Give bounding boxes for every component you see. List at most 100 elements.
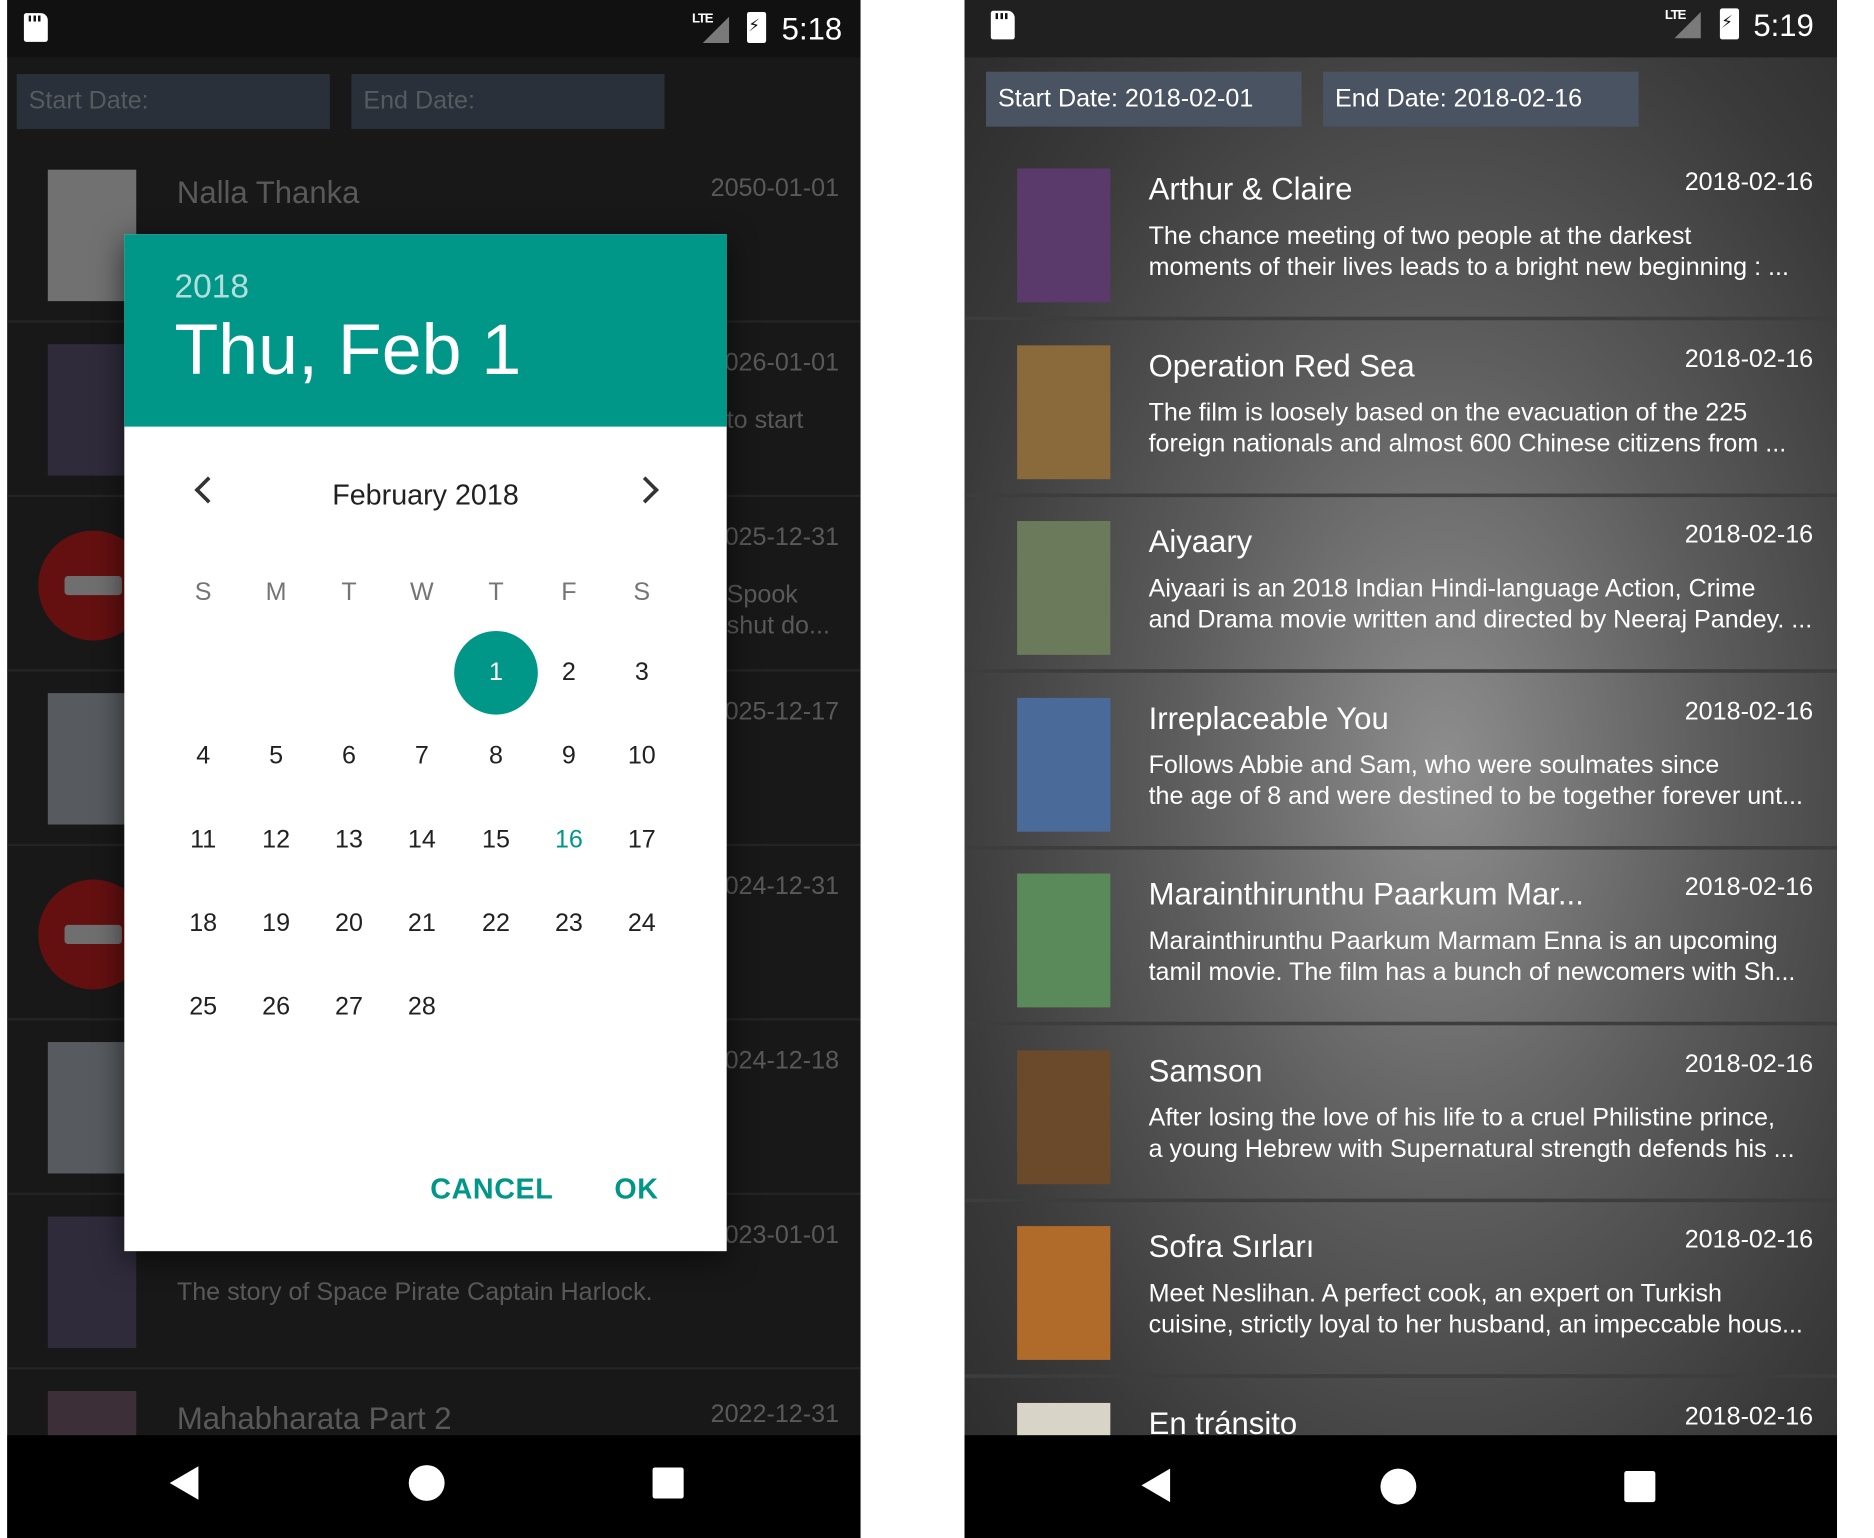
description-line: foreign nationals and almost 600 Chinese…: [1148, 429, 1787, 458]
battery-icon: [1719, 8, 1740, 40]
calendar-day[interactable]: 19: [240, 888, 312, 960]
weekday-label: W: [410, 578, 434, 606]
status-bar: LTE 5:18: [7, 0, 861, 58]
description-line: and Drama movie written and directed by …: [1148, 605, 1813, 634]
description-line: The chance meeting of two people at the …: [1148, 222, 1692, 250]
movie-date: 2018-02-16: [1684, 1049, 1814, 1078]
date-picker-dialog: 2018 Thu, Feb 1 February 2018 SMTWTFS 12…: [124, 234, 727, 1252]
description-line: Aiyaari is an 2018 Indian Hindi-language…: [1148, 574, 1756, 603]
calendar-day[interactable]: 3: [606, 637, 678, 709]
calendar-day[interactable]: 24: [606, 888, 678, 960]
calendar-day[interactable]: 17: [606, 804, 678, 876]
back-icon[interactable]: [169, 1466, 199, 1500]
calendar-day[interactable]: 15: [460, 804, 532, 876]
description-line: After losing the love of his life to a c…: [1148, 1103, 1776, 1132]
movie-description: Aiyaari is an 2018 Indian Hindi-language…: [1149, 574, 1818, 636]
movie-title: Marainthirunthu Paarkum Mar...: [1148, 875, 1584, 912]
movie-poster: [1017, 521, 1111, 655]
calendar-day[interactable]: 22: [460, 888, 532, 960]
date-picker-header: 2018 Thu, Feb 1: [124, 234, 727, 427]
navigation-bar: [964, 1435, 1838, 1538]
status-time: 5:19: [1753, 7, 1814, 44]
weekday-label: S: [633, 578, 651, 606]
movie-list-item[interactable]: Marainthirunthu Paarkum Mar... 2018-02-16…: [964, 850, 1838, 1026]
weekday-label: T: [488, 578, 504, 606]
weekday-label: M: [265, 578, 287, 606]
status-time: 5:18: [781, 10, 843, 47]
movie-poster: [1017, 344, 1111, 479]
ok-button[interactable]: OK: [614, 1173, 658, 1206]
movie-title: Samson: [1148, 1052, 1263, 1089]
movie-poster: [1017, 1049, 1111, 1184]
calendar-day[interactable]: 16: [533, 804, 605, 876]
movie-date: 2018-02-16: [1684, 1226, 1814, 1254]
description-line: the age of 8 and were destined to be tog…: [1148, 782, 1804, 810]
signal-icon: [702, 16, 730, 44]
movie-title: Sofra Sırları: [1148, 1228, 1315, 1265]
movie-list-item[interactable]: Operation Red Sea 2018-02-16 The film is l…: [964, 321, 1838, 497]
description-line: a young Hebrew with Supernatural strengt…: [1148, 1134, 1795, 1163]
description-line: Marainthirunthu Paarkum Marmam Enna is a…: [1148, 927, 1778, 955]
calendar-day[interactable]: 10: [606, 721, 678, 793]
status-bar: LTE 5:19: [964, 0, 1838, 58]
home-icon[interactable]: [408, 1465, 445, 1501]
calendar-day[interactable]: 18: [167, 888, 239, 960]
weekday-label: F: [561, 578, 577, 606]
movie-description: Marainthirunthu Paarkum Marmam Enna is a…: [1149, 926, 1818, 988]
movie-poster: [1017, 697, 1111, 832]
calendar-day[interactable]: 8: [460, 721, 532, 793]
calendar-day[interactable]: 27: [313, 972, 385, 1044]
calendar-day[interactable]: 12: [240, 804, 312, 876]
movie-title: Irreplaceable You: [1148, 699, 1389, 736]
movie-description: The film is loosely based on the evacuat…: [1149, 397, 1818, 459]
movie-list-item[interactable]: Irreplaceable You 2018-02-16 Follows Abbie…: [964, 673, 1838, 850]
recents-icon[interactable]: [1624, 1471, 1656, 1503]
movie-list-item[interactable]: Arthur & Claire 2018-02-16 The chance meet…: [964, 145, 1838, 321]
start-date-field[interactable]: Start Date: 2018-02-01: [986, 71, 1302, 127]
movie-poster: [1017, 1226, 1111, 1360]
selected-year[interactable]: 2018: [174, 268, 248, 306]
calendar-day[interactable]: 14: [386, 804, 458, 876]
calendar-day[interactable]: 21: [386, 888, 458, 960]
calendar-day[interactable]: 25: [167, 972, 239, 1044]
movie-list-item[interactable]: Sofra Sırları 2018-02-16 Meet Neslihan. A …: [964, 1202, 1838, 1378]
movie-poster: [1017, 168, 1111, 303]
calendar-day[interactable]: 1: [454, 630, 538, 715]
home-icon[interactable]: [1380, 1468, 1417, 1505]
movie-date: 2018-02-16: [1684, 344, 1814, 373]
calendar-day[interactable]: 9: [533, 721, 605, 793]
calendar-day[interactable]: 23: [533, 888, 605, 960]
calendar-day[interactable]: 4: [167, 721, 239, 793]
calendar-day[interactable]: 2: [533, 637, 605, 709]
end-date-field[interactable]: End Date: 2018-02-16: [1323, 71, 1639, 127]
calendar-day[interactable]: 28: [386, 972, 458, 1044]
movie-description: After losing the love of his life to a c…: [1149, 1102, 1818, 1164]
calendar-day[interactable]: 6: [313, 721, 385, 793]
movie-description: The chance meeting of two people at the …: [1149, 221, 1818, 283]
calendar-day[interactable]: 13: [313, 804, 385, 876]
recents-icon[interactable]: [652, 1467, 684, 1499]
calendar-day[interactable]: 5: [240, 721, 312, 793]
calendar-day[interactable]: 11: [167, 804, 239, 876]
calendar-day[interactable]: 20: [313, 888, 385, 960]
movie-list-item[interactable]: Samson 2018-02-16 After losing the love of…: [964, 1026, 1838, 1202]
weekday-label: T: [341, 578, 357, 606]
weekday-label: S: [194, 578, 212, 606]
movie-title: Aiyaary: [1148, 523, 1253, 560]
back-icon[interactable]: [1141, 1468, 1171, 1503]
description-line: cuisine, strictly loyal to her husband, …: [1148, 1310, 1803, 1339]
description-line: Meet Neslihan. A perfect cook, an expert…: [1148, 1279, 1723, 1308]
movie-date: 2018-02-16: [1684, 873, 1814, 902]
movie-title: Arthur & Claire: [1148, 170, 1353, 207]
cancel-button[interactable]: CANCEL: [430, 1173, 553, 1206]
selected-date[interactable]: Thu, Feb 1: [174, 308, 521, 390]
calendar-day[interactable]: 7: [386, 721, 458, 793]
movie-date: 2018-02-16: [1684, 1402, 1814, 1430]
description-line: moments of their lives leads to a bright…: [1148, 253, 1789, 281]
navigation-bar: [7, 1435, 861, 1538]
calendar-day[interactable]: 26: [240, 972, 312, 1044]
description-line: Follows Abbie and Sam, who were soulmate…: [1148, 751, 1720, 779]
left-phone-screen: LTE 5:18 Start Date: End Date: Nalla Tha…: [7, 0, 861, 1538]
movie-description: Follows Abbie and Sam, who were soulmate…: [1149, 750, 1818, 812]
movie-list-item[interactable]: Aiyaary 2018-02-16 Aiyaari is an 2018 Indi…: [964, 497, 1838, 673]
